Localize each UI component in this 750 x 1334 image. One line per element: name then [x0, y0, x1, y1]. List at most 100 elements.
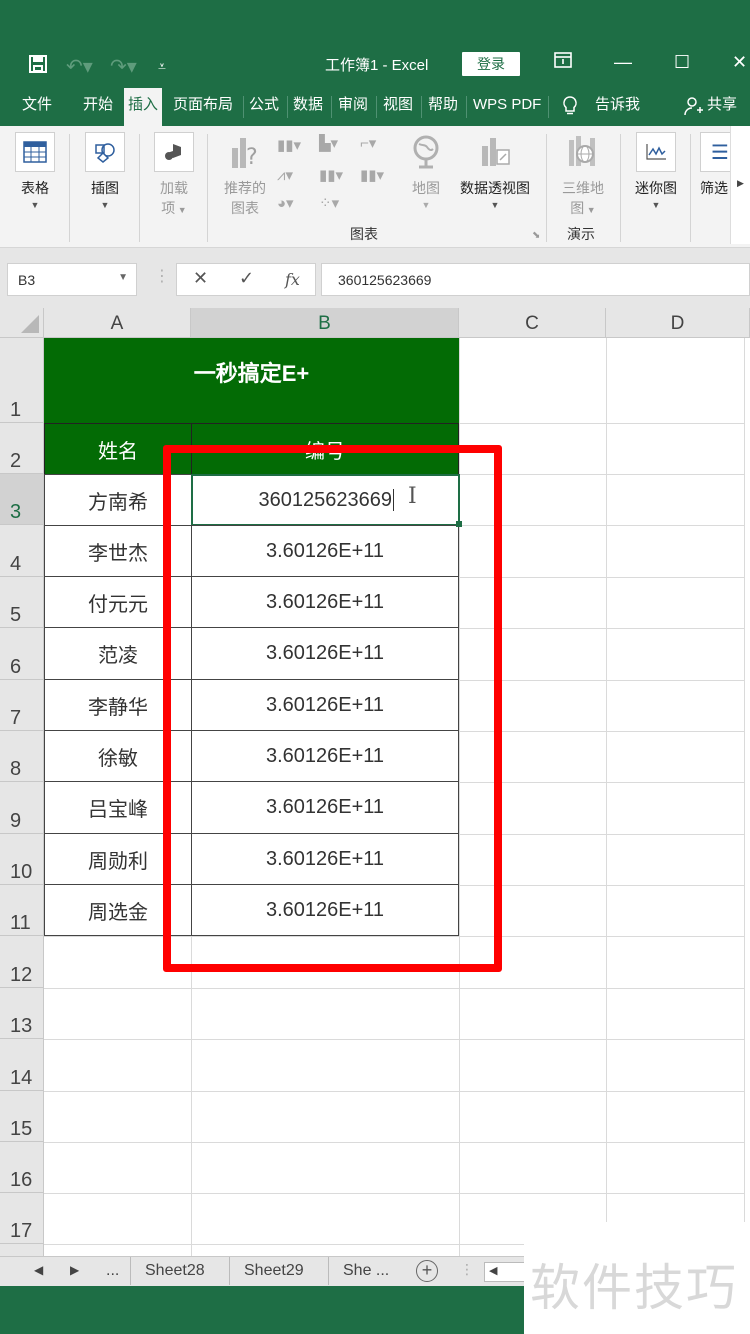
row-header[interactable]: 14 [0, 1039, 44, 1091]
sheet-tabs-more[interactable]: ... [92, 1257, 133, 1285]
tab-review[interactable]: 审阅 [338, 96, 368, 120]
id-cell[interactable]: 3.60126E+11 [191, 730, 459, 782]
waterfall-chart-icon[interactable]: ⌐▾ [360, 134, 376, 152]
id-cell[interactable]: 3.60126E+11 [191, 679, 459, 731]
id-cell[interactable]: 3.60126E+11 [191, 781, 459, 834]
column-chart-icon[interactable]: ▮▮▾ [277, 136, 301, 154]
illustrations-button[interactable]: 插图 ▼ [84, 132, 126, 210]
column-header-a[interactable]: A [44, 308, 191, 338]
row-header[interactable]: 5 [0, 577, 44, 628]
name-cell[interactable]: 吕宝峰 [44, 781, 192, 834]
row-header[interactable]: 15 [0, 1091, 44, 1142]
tab-file[interactable]: 文件 [22, 96, 52, 120]
id-cell[interactable]: 3.60126E+11 [191, 576, 459, 628]
row-header[interactable]: 3 [0, 474, 44, 525]
column-header-d[interactable]: D [606, 308, 750, 338]
select-all-button[interactable] [0, 308, 44, 338]
name-cell[interactable]: 付元元 [44, 576, 192, 628]
row-header[interactable]: 8 [0, 731, 44, 782]
lightbulb-icon[interactable] [562, 96, 578, 120]
tell-me-search[interactable]: 告诉我 [595, 96, 640, 120]
tab-data[interactable]: 数据 [293, 96, 323, 120]
row-header[interactable]: 4 [0, 525, 44, 577]
share-icon[interactable] [684, 96, 704, 120]
name-cell[interactable]: 方南希 [44, 474, 192, 526]
name-cell[interactable]: 徐敏 [44, 730, 192, 782]
resize-handle[interactable]: ⋮ [460, 1261, 474, 1278]
maximize-icon[interactable]: ☐ [674, 52, 690, 73]
name-cell[interactable]: 李世杰 [44, 525, 192, 577]
filters-button[interactable]: ☰ 筛选 [700, 132, 730, 198]
enter-icon[interactable]: ✓ [239, 268, 254, 289]
ribbon-scroll-right[interactable]: ▶ [730, 126, 750, 244]
row-header[interactable]: 7 [0, 680, 44, 731]
addins-button[interactable]: 加载 项 ▼ [153, 132, 195, 218]
header-cell-name[interactable]: 姓名 [44, 423, 192, 475]
cancel-icon[interactable]: ✕ [193, 268, 208, 289]
ribbon-display-icon[interactable] [554, 52, 572, 73]
sheet-tab[interactable]: She ... [328, 1257, 403, 1285]
tab-formulas[interactable]: 公式 [249, 96, 279, 120]
tab-wps-pdf[interactable]: WPS PDF [473, 96, 541, 120]
minimize-icon[interactable]: — [614, 52, 632, 73]
pivotchart-button[interactable]: 数据透视图 ▼ [454, 132, 536, 210]
tab-help[interactable]: 帮助 [428, 96, 458, 120]
3d-map-button[interactable]: 三维地 图 ▼ [558, 132, 608, 218]
tab-insert[interactable]: 插入 [124, 88, 163, 126]
tab-view[interactable]: 视图 [383, 96, 413, 120]
sparklines-button[interactable]: 迷你图 ▼ [630, 132, 682, 210]
redo-icon[interactable]: ↷▾ [110, 54, 137, 79]
sheet-tab[interactable]: Sheet28 [130, 1257, 219, 1285]
fill-handle[interactable] [456, 521, 462, 527]
row-header[interactable]: 16 [0, 1142, 44, 1193]
header-cell-id[interactable]: 编号 [191, 423, 459, 475]
name-box[interactable]: B3 ▼ [7, 263, 137, 296]
row-header[interactable]: 9 [0, 782, 44, 834]
formula-input[interactable]: 360125623669 [321, 263, 750, 296]
chevron-down-icon[interactable]: ▼ [118, 272, 128, 283]
name-cell[interactable]: 周勋利 [44, 833, 192, 885]
maps-button[interactable]: 地图 ▼ [404, 132, 448, 210]
sheet-scroll-right-icon[interactable]: ▶ [70, 1263, 79, 1277]
resize-handle[interactable]: ⋮ [154, 266, 170, 286]
tab-page-layout[interactable]: 页面布局 [173, 96, 233, 120]
dialog-launcher-icon[interactable]: ⬊ [532, 230, 540, 241]
table-button[interactable]: 表格 ▼ [14, 132, 56, 210]
name-cell[interactable]: 李静华 [44, 679, 192, 731]
sheet-scroll-left-icon[interactable]: ◀ [34, 1263, 43, 1277]
combo-chart-icon[interactable]: ▮▮▾ [360, 166, 384, 184]
scroll-left-icon[interactable]: ◀ [489, 1264, 497, 1277]
row-header[interactable]: 6 [0, 628, 44, 680]
pie-chart-icon[interactable]: ◕▾ [277, 194, 294, 212]
id-cell[interactable]: 3.60126E+11 [191, 525, 459, 577]
table-title-cell[interactable]: 一秒搞定E+ [44, 338, 459, 423]
column-header-b[interactable]: B [191, 308, 459, 338]
scatter-chart-icon[interactable]: ⁘▾ [319, 194, 339, 212]
tab-home[interactable]: 开始 [83, 96, 113, 120]
save-icon[interactable] [28, 54, 48, 80]
sheet-tab[interactable]: Sheet29 [229, 1257, 318, 1285]
row-header[interactable]: 10 [0, 834, 44, 885]
customize-qat-icon[interactable]: ⩡ [158, 58, 166, 75]
id-cell[interactable]: 3.60126E+11 [191, 627, 459, 680]
id-cell-active[interactable]: 360125623669 [191, 474, 460, 526]
add-sheet-icon[interactable]: + [416, 1260, 438, 1282]
statistic-chart-icon[interactable]: ▮▮▾ [319, 166, 343, 184]
close-icon[interactable]: ✕ [732, 52, 747, 73]
login-button[interactable]: 登录 [462, 52, 520, 76]
hierarchy-chart-icon[interactable]: ▙▾ [319, 134, 338, 152]
id-cell[interactable]: 3.60126E+11 [191, 833, 459, 885]
name-cell[interactable]: 周选金 [44, 884, 192, 936]
undo-icon[interactable]: ↶▾ [66, 54, 93, 79]
row-header[interactable]: 12 [0, 936, 44, 988]
row-header[interactable]: 2 [0, 423, 44, 474]
row-header[interactable]: 17 [0, 1193, 44, 1244]
id-cell[interactable]: 3.60126E+11 [191, 884, 459, 936]
row-header[interactable] [0, 1244, 44, 1256]
row-header[interactable]: 11 [0, 885, 44, 936]
recommended-charts-button[interactable]: ? 推荐的 图表 [218, 132, 272, 218]
row-header[interactable]: 13 [0, 988, 44, 1039]
row-header[interactable]: 1 [0, 338, 44, 423]
column-header-c[interactable]: C [459, 308, 606, 338]
name-cell[interactable]: 范凌 [44, 627, 192, 680]
